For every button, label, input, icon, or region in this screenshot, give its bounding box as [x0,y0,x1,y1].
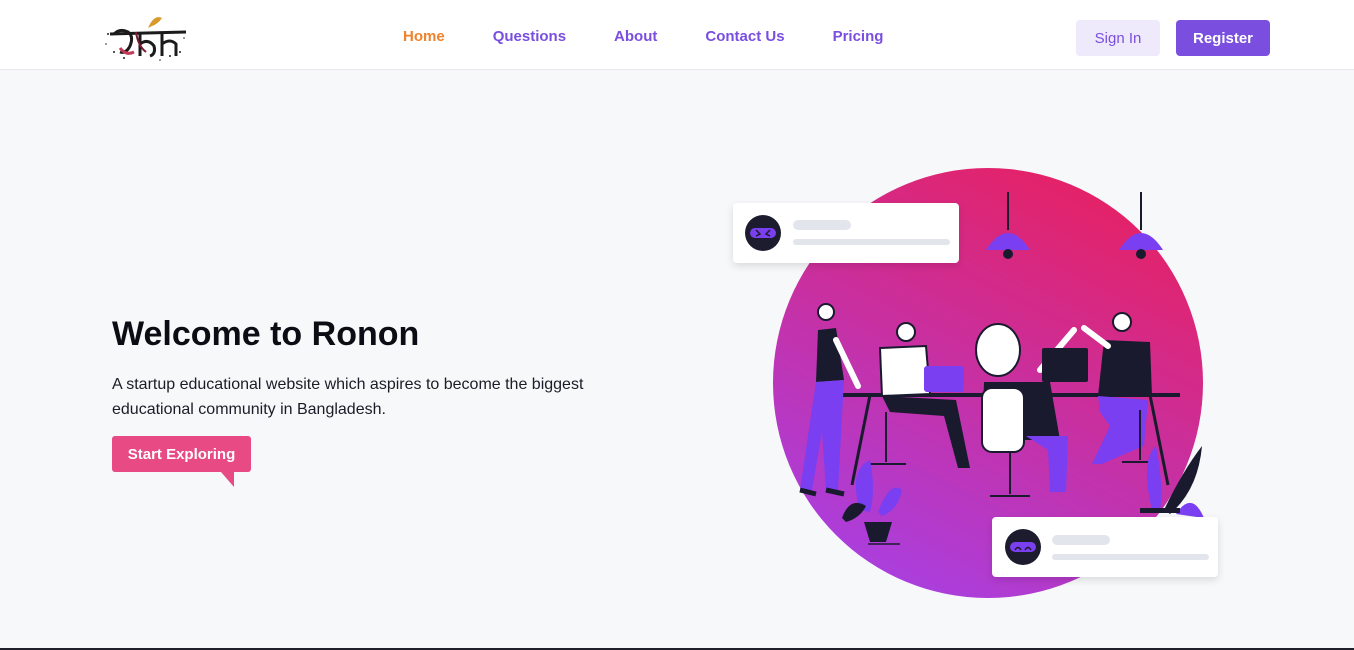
nav-questions[interactable]: Questions [493,28,566,45]
notification-card-top [733,203,959,263]
sign-in-button[interactable]: Sign In [1076,20,1160,56]
hero-title: Welcome to Ronon [112,315,420,353]
notification-card-bottom [992,517,1218,577]
navbar: Home Questions About Contact Us Pricing … [0,0,1354,70]
main-nav: Home Questions About Contact Us Pricing [403,28,931,45]
nav-about[interactable]: About [614,28,657,45]
cta-container: Start Exploring [112,436,252,488]
hero-subtitle: A startup educational website which aspi… [112,376,584,418]
ronon-logo[interactable] [100,8,192,64]
nav-pricing[interactable]: Pricing [833,28,884,45]
hero-illustration [720,150,1240,620]
register-button[interactable]: Register [1176,20,1270,56]
nav-home[interactable]: Home [403,28,445,45]
start-exploring-button[interactable]: Start Exploring [112,436,251,472]
cta-speech-tail [221,472,234,487]
nav-contact-us[interactable]: Contact Us [705,28,784,45]
